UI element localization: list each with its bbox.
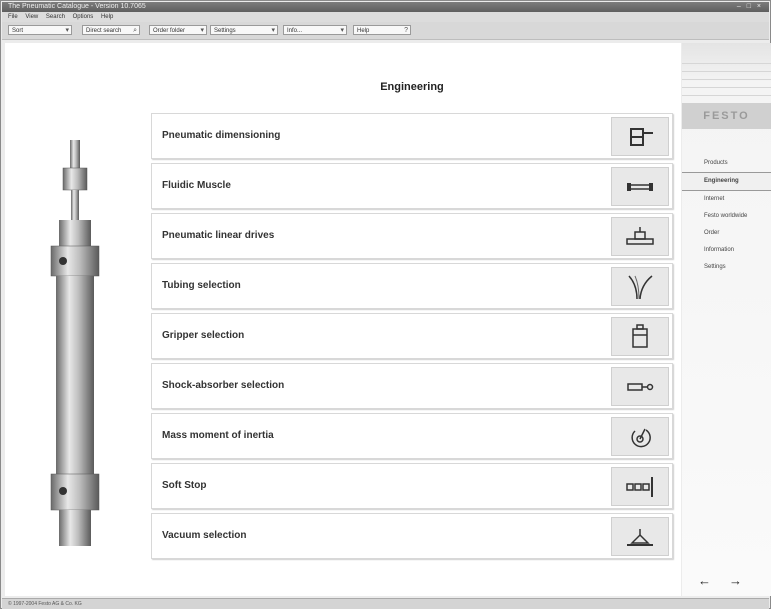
item-label: Vacuum selection — [162, 530, 247, 541]
item-label: Shock-absorber selection — [162, 380, 285, 391]
dimensioning-icon[interactable] — [611, 117, 669, 156]
list-item[interactable]: Pneumatic linear drives — [151, 213, 673, 259]
settings-label: Settings — [214, 28, 236, 34]
chevron-down-icon: ▾ — [200, 27, 204, 34]
chevron-down-icon: ▾ — [271, 27, 275, 34]
sidebar-nav: Products Engineering Internet Festo worl… — [682, 155, 771, 276]
window-controls[interactable]: – □ × — [737, 2, 763, 12]
list-item[interactable]: Vacuum selection — [151, 513, 673, 559]
tubing-icon[interactable] — [611, 267, 669, 306]
page-title: Engineering — [380, 81, 444, 93]
order-folder-label: Order folder — [153, 28, 186, 34]
menu-view[interactable]: View — [25, 14, 38, 20]
chevron-down-icon: ▾ — [340, 27, 344, 34]
inertia-icon[interactable] — [611, 417, 669, 456]
info-dropdown[interactable]: Info... ▾ — [283, 25, 347, 35]
menu-search[interactable]: Search — [46, 14, 65, 20]
item-label: Fluidic Muscle — [162, 180, 231, 191]
sidebar-item-festo-worldwide[interactable]: Festo worldwide — [682, 208, 771, 225]
forward-arrow-icon[interactable]: → — [729, 573, 760, 588]
vacuum-icon[interactable] — [611, 517, 669, 556]
back-arrow-icon[interactable]: ← — [698, 573, 729, 588]
main-content: Engineering Pneumatic dimensioning Fluid… — [5, 43, 681, 596]
sidebar-item-settings[interactable]: Settings — [682, 259, 771, 276]
item-label: Soft Stop — [162, 480, 207, 491]
sidebar-item-internet[interactable]: Internet — [682, 191, 771, 208]
list-item[interactable]: Shock-absorber selection — [151, 363, 673, 409]
shock-absorber-icon[interactable] — [611, 367, 669, 406]
fluidic-muscle-icon[interactable] — [611, 167, 669, 206]
list-item[interactable]: Soft Stop — [151, 463, 673, 509]
sort-label: Sort — [12, 28, 24, 34]
direct-search-button[interactable]: Direct search ⌕ — [82, 25, 140, 35]
settings-dropdown[interactable]: Settings ▾ — [210, 25, 278, 35]
help-button[interactable]: Help ? — [353, 25, 411, 35]
cylinder-illustration — [50, 140, 100, 546]
help-label: Help — [357, 28, 370, 34]
window-title: The Pneumatic Catalogue - Version 10.706… — [8, 3, 146, 10]
sidebar: FESTO Products Engineering Internet Fest… — [682, 43, 771, 596]
search-icon: ⌕ — [133, 27, 137, 34]
sidebar-item-products[interactable]: Products — [682, 155, 771, 172]
item-label: Pneumatic dimensioning — [162, 130, 281, 141]
status-bar: © 1997-2004 Festo AG & Co. KG — [2, 598, 769, 609]
sidebar-item-engineering[interactable]: Engineering — [682, 172, 771, 191]
list-item[interactable]: Gripper selection — [151, 313, 673, 359]
list-item[interactable]: Pneumatic dimensioning — [151, 113, 673, 159]
list-item[interactable]: Tubing selection — [151, 263, 673, 309]
menu-help[interactable]: Help — [101, 14, 113, 20]
question-icon: ? — [404, 27, 408, 34]
menu-file[interactable]: File — [8, 14, 18, 20]
menu-options[interactable]: Options — [73, 14, 94, 20]
list-item[interactable]: Mass moment of inertia — [151, 413, 673, 459]
menu-bar: File View Search Options Help — [2, 12, 769, 22]
chevron-down-icon: ▾ — [65, 27, 69, 34]
toolbar: Sort ▾ Direct search ⌕ Order folder ▾ Se… — [2, 22, 769, 40]
gripper-icon[interactable] — [611, 317, 669, 356]
title-bar: The Pneumatic Catalogue - Version 10.706… — [2, 2, 769, 12]
soft-stop-icon[interactable] — [611, 467, 669, 506]
sidebar-item-information[interactable]: Information — [682, 242, 771, 259]
list-item[interactable]: Fluidic Muscle — [151, 163, 673, 209]
direct-search-label: Direct search — [86, 28, 122, 34]
app-window: The Pneumatic Catalogue - Version 10.706… — [0, 0, 771, 609]
sidebar-item-order[interactable]: Order — [682, 225, 771, 242]
nav-arrows: ←→ — [698, 573, 760, 588]
item-label: Tubing selection — [162, 280, 241, 291]
item-label: Mass moment of inertia — [162, 430, 274, 441]
sort-dropdown[interactable]: Sort ▾ — [8, 25, 72, 35]
item-label: Pneumatic linear drives — [162, 230, 275, 241]
order-folder-button[interactable]: Order folder ▾ — [149, 25, 207, 35]
status-text: © 1997-2004 Festo AG & Co. KG — [8, 601, 82, 607]
info-label: Info... — [287, 28, 303, 34]
item-label: Gripper selection — [162, 330, 245, 341]
festo-logo: FESTO — [682, 103, 771, 129]
linear-drive-icon[interactable] — [611, 217, 669, 256]
decorative-stripes — [682, 63, 771, 103]
